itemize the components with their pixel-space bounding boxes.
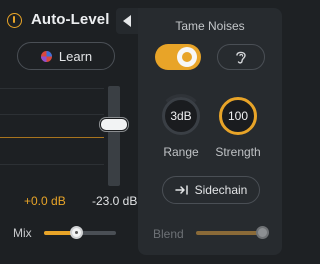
blend-slider-handle[interactable]: [256, 226, 269, 239]
strength-label: Strength: [215, 145, 261, 159]
auto-level-module: Auto-Level Learn +0.0 dB -23.0 dB Mix: [0, 0, 140, 264]
listen-button[interactable]: [217, 44, 265, 70]
mix-label: Mix: [13, 226, 32, 240]
range-value: 3dB: [170, 109, 192, 123]
tame-noises-toggle[interactable]: [155, 44, 201, 70]
learn-icon: [40, 50, 52, 62]
toggle-knob: [177, 47, 197, 67]
threshold-fader-handle[interactable]: [100, 118, 128, 131]
sidechain-arrow-icon: [174, 185, 188, 195]
meter-gridline: [0, 88, 104, 89]
target-level-line: [0, 137, 104, 138]
meter-gridline: [0, 164, 104, 165]
ear-icon: [236, 51, 246, 64]
panel-title: Tame Noises: [175, 19, 245, 33]
strength-knob[interactable]: 100: [219, 97, 257, 135]
learn-button[interactable]: Learn: [17, 42, 115, 70]
gain-readout: +0.0 dB: [24, 194, 66, 208]
learn-label: Learn: [58, 48, 93, 64]
threshold-readout: -23.0 dB: [92, 194, 138, 208]
sidechain-button[interactable]: Sidechain: [162, 176, 260, 204]
blend-label: Blend: [153, 227, 184, 241]
tame-noises-panel: Tame Noises 3dB Range 100 Strength Sidec…: [138, 8, 282, 255]
chevron-left-icon[interactable]: [116, 8, 138, 34]
sidechain-label: Sidechain: [194, 183, 248, 197]
range-knob[interactable]: 3dB: [159, 94, 203, 135]
power-icon[interactable]: [7, 13, 22, 28]
blend-slider[interactable]: [196, 226, 269, 239]
module-title: Auto-Level: [31, 11, 110, 28]
mix-slider-handle[interactable]: [70, 226, 84, 239]
meter-gridline: [0, 114, 104, 115]
strength-value: 100: [227, 109, 249, 123]
mix-slider[interactable]: [44, 226, 116, 239]
threshold-fader-track[interactable]: [108, 86, 120, 186]
